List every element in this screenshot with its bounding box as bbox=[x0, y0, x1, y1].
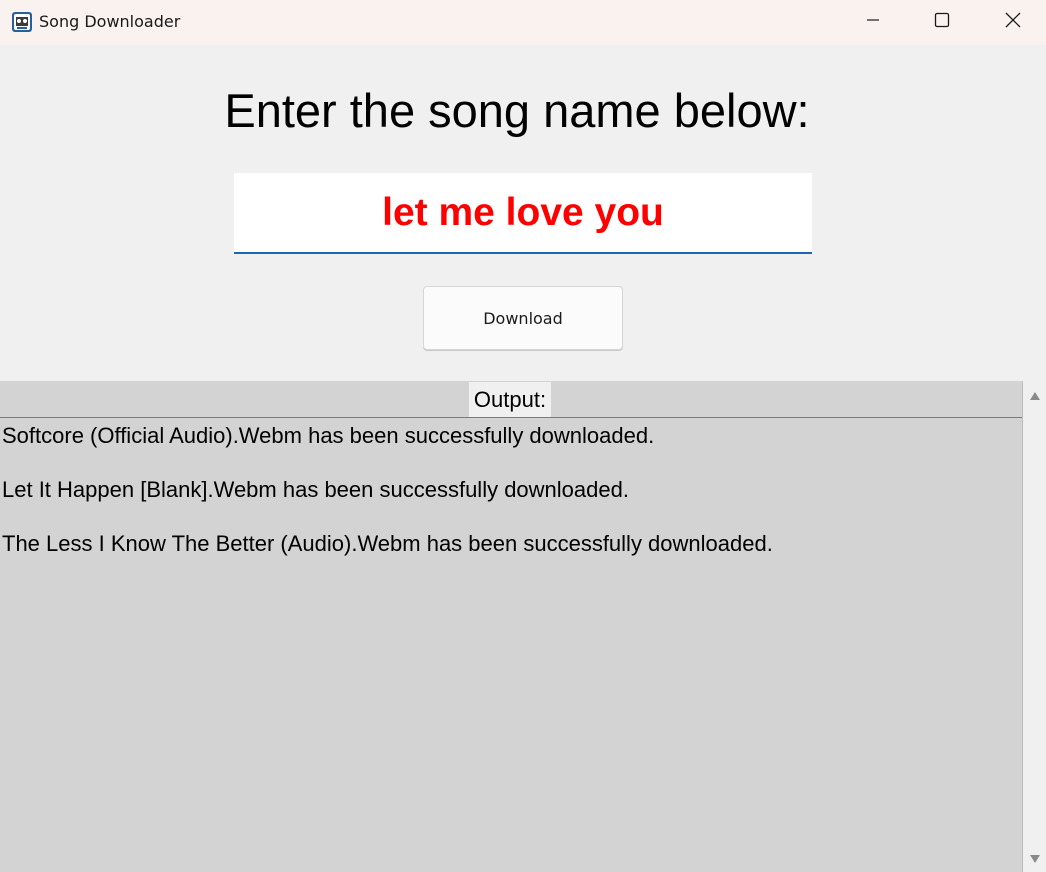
output-divider bbox=[0, 417, 1022, 418]
song-downloader-window: Song Downloader Enter the song name belo… bbox=[0, 0, 1046, 872]
output-line: The Less I Know The Better (Audio).Webm … bbox=[2, 531, 773, 556]
song-input-container bbox=[234, 173, 812, 254]
output-panel[interactable]: Output: Softcore (Official Audio).Webm h… bbox=[0, 381, 1022, 872]
scroll-up-button[interactable] bbox=[1023, 387, 1046, 407]
close-icon bbox=[1004, 11, 1022, 34]
scroll-up-arrow-icon bbox=[1029, 388, 1041, 406]
minimize-button[interactable] bbox=[838, 0, 908, 45]
app-icon bbox=[11, 11, 33, 33]
title-bar[interactable]: Song Downloader bbox=[0, 0, 1046, 45]
output-log: Softcore (Official Audio).Webm has been … bbox=[2, 422, 1017, 584]
page-heading: Enter the song name below: bbox=[224, 84, 810, 137]
minimize-icon bbox=[865, 12, 881, 33]
output-line: Let It Happen [Blank].Webm has been succ… bbox=[2, 477, 629, 502]
download-button[interactable]: Download bbox=[423, 286, 623, 350]
song-name-input[interactable] bbox=[234, 173, 812, 252]
maximize-button[interactable] bbox=[907, 0, 977, 45]
close-button[interactable] bbox=[978, 0, 1046, 45]
output-scrollbar[interactable] bbox=[1022, 381, 1046, 872]
scroll-down-arrow-icon bbox=[1029, 851, 1041, 869]
window-title: Song Downloader bbox=[39, 12, 181, 31]
output-line: Softcore (Official Audio).Webm has been … bbox=[2, 423, 655, 448]
output-label: Output: bbox=[469, 382, 551, 417]
scroll-down-button[interactable] bbox=[1023, 850, 1046, 870]
maximize-icon bbox=[934, 12, 950, 33]
